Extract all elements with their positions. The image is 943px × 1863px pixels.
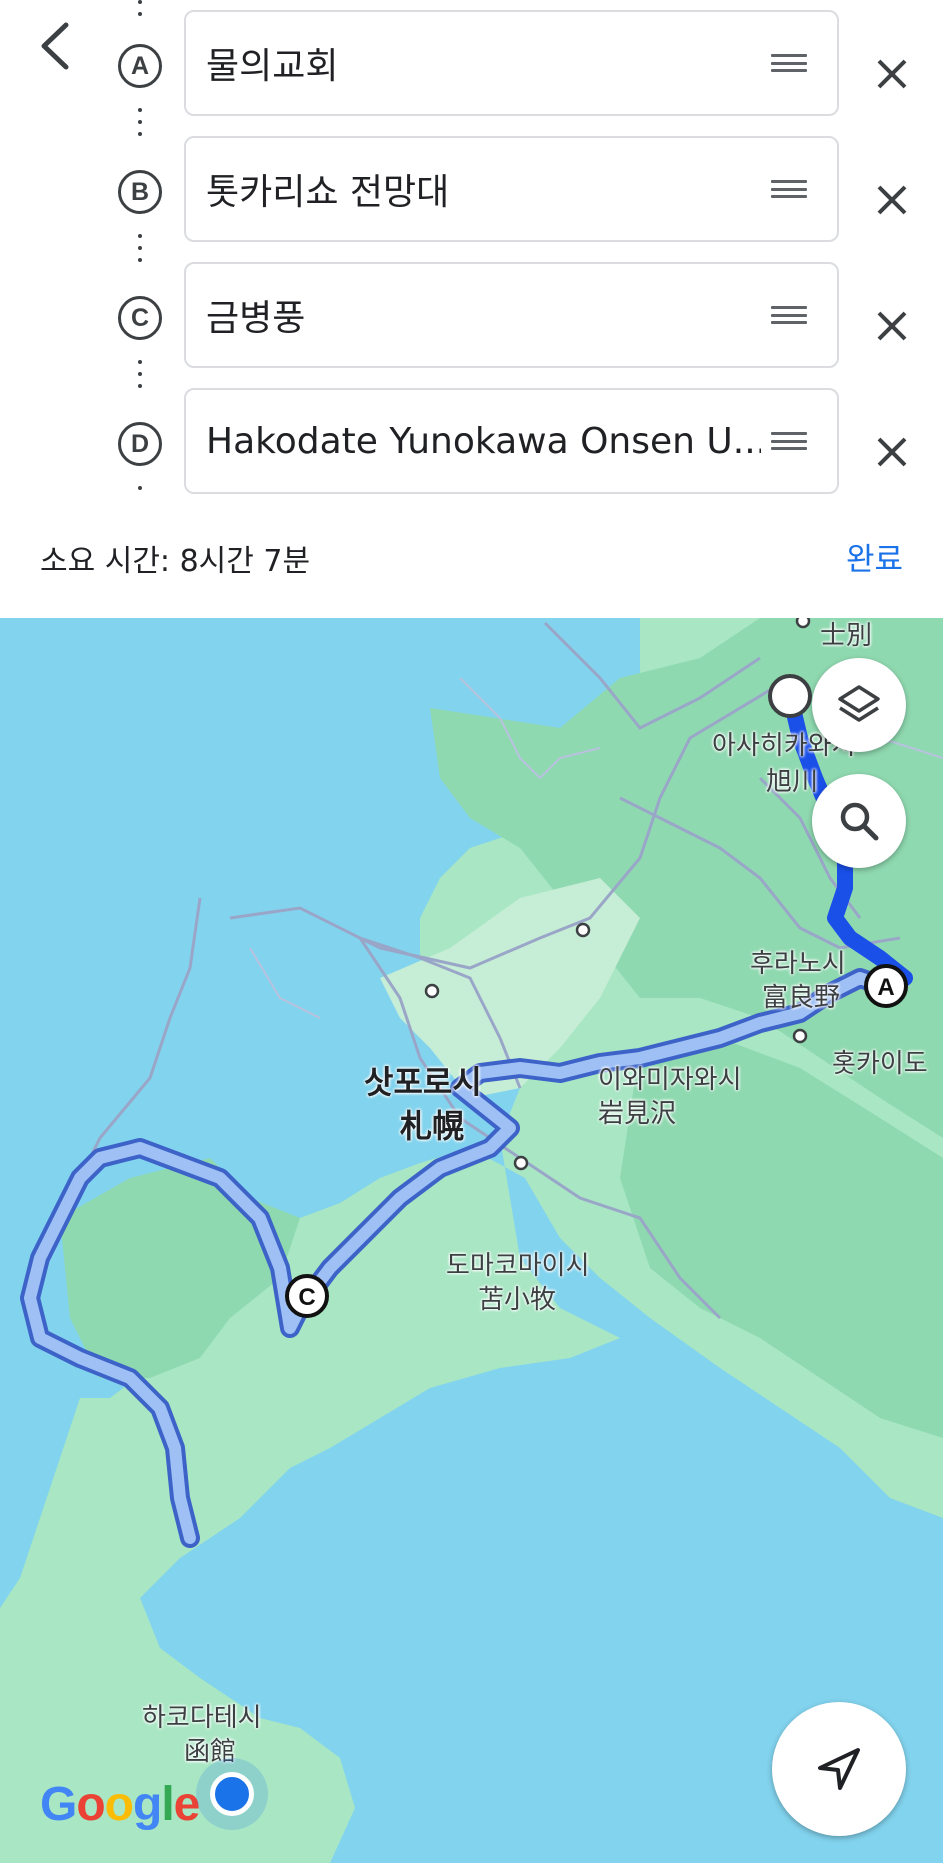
map-label-shibetsu: 士別	[820, 621, 873, 651]
stop-row-a: A 물의교회	[0, 10, 943, 116]
marker-a-label: A	[877, 974, 894, 1001]
map-label-iwamizawa-ja: 岩見沢	[598, 1099, 677, 1129]
map-label-tomakomai-ja: 苫小牧	[478, 1285, 557, 1315]
stop-input-b[interactable]: 톳카리쇼 전망대	[184, 136, 839, 242]
search-icon	[840, 802, 879, 841]
drag-handle-icon[interactable]	[771, 306, 807, 324]
route-duration: 소요 시간: 8시간 7분	[40, 544, 311, 579]
waypoint-marker-a[interactable]: A	[864, 964, 908, 1008]
stop-letter-badge: D	[118, 422, 162, 466]
done-button[interactable]: 완료	[846, 534, 903, 579]
stop-input-d[interactable]: Hakodate Yunokawa Onsen U...	[184, 388, 839, 494]
map-label-tomakomai-ko: 도마코마이시	[446, 1251, 590, 1281]
stop-letter-badge: B	[118, 170, 162, 214]
map-label-hakodate-ja: 函館	[184, 1737, 237, 1767]
google-logo: Google	[40, 1778, 200, 1831]
drag-handle-icon[interactable]	[771, 54, 807, 72]
remove-stop-c-button[interactable]	[870, 304, 914, 348]
map-label-furano-ja: 富良野	[762, 983, 841, 1013]
search-along-route-button[interactable]	[812, 774, 906, 868]
stop-input-c[interactable]: 금병풍	[184, 262, 839, 368]
map-label-furano-ko: 후라노시	[750, 949, 846, 979]
route-start-marker[interactable]	[768, 674, 812, 718]
directions-panel: A 물의교회 B 톳카리쇼 전망대 C 금병풍 D Hakodate Yunok…	[0, 0, 943, 618]
map-label-asahikawa-ja: 旭川	[766, 767, 819, 797]
waypoint-marker-c[interactable]: C	[285, 1274, 329, 1318]
remove-stop-a-button[interactable]	[870, 52, 914, 96]
map-label-hakodate-ko: 하코다테시	[142, 1703, 262, 1733]
map-canvas: A C	[0, 618, 943, 1863]
stop-name: 톳카리쇼 전망대	[206, 172, 450, 213]
map-label-sapporo-ko: 삿포로시	[364, 1063, 482, 1101]
my-location-dot	[210, 1772, 254, 1816]
stop-row-b: B 톳카리쇼 전망대	[0, 136, 943, 242]
start-navigation-button[interactable]	[772, 1702, 906, 1836]
remove-stop-b-button[interactable]	[870, 178, 914, 222]
remove-stop-d-button[interactable]	[870, 430, 914, 474]
navigation-arrow-icon	[818, 1748, 860, 1790]
stop-name: 물의교회	[206, 46, 339, 87]
map-label-hokkaido: 홋카이도	[832, 1049, 928, 1079]
stop-row-d: D Hakodate Yunokawa Onsen U...	[0, 388, 943, 494]
stop-name: 금병풍	[206, 298, 306, 339]
map-label-iwamizawa-ko: 이와미자와시	[598, 1065, 742, 1095]
drag-handle-icon[interactable]	[771, 180, 807, 198]
layers-button[interactable]	[812, 658, 906, 752]
map-view[interactable]: A C 士別 아사히카와시 旭川 후라노시 富良野 홋카이도 이와미자와시 岩見…	[0, 618, 943, 1863]
stop-name: Hakodate Yunokawa Onsen U...	[206, 420, 761, 462]
stop-row-c: C 금병풍	[0, 262, 943, 368]
map-label-sapporo-ja: 札幌	[400, 1107, 465, 1145]
drag-handle-icon[interactable]	[771, 432, 807, 450]
stop-letter-badge: A	[118, 44, 162, 88]
marker-c-label: C	[298, 1284, 315, 1311]
stop-input-a[interactable]: 물의교회	[184, 10, 839, 116]
stop-letter-badge: C	[118, 296, 162, 340]
layers-icon	[838, 685, 880, 722]
